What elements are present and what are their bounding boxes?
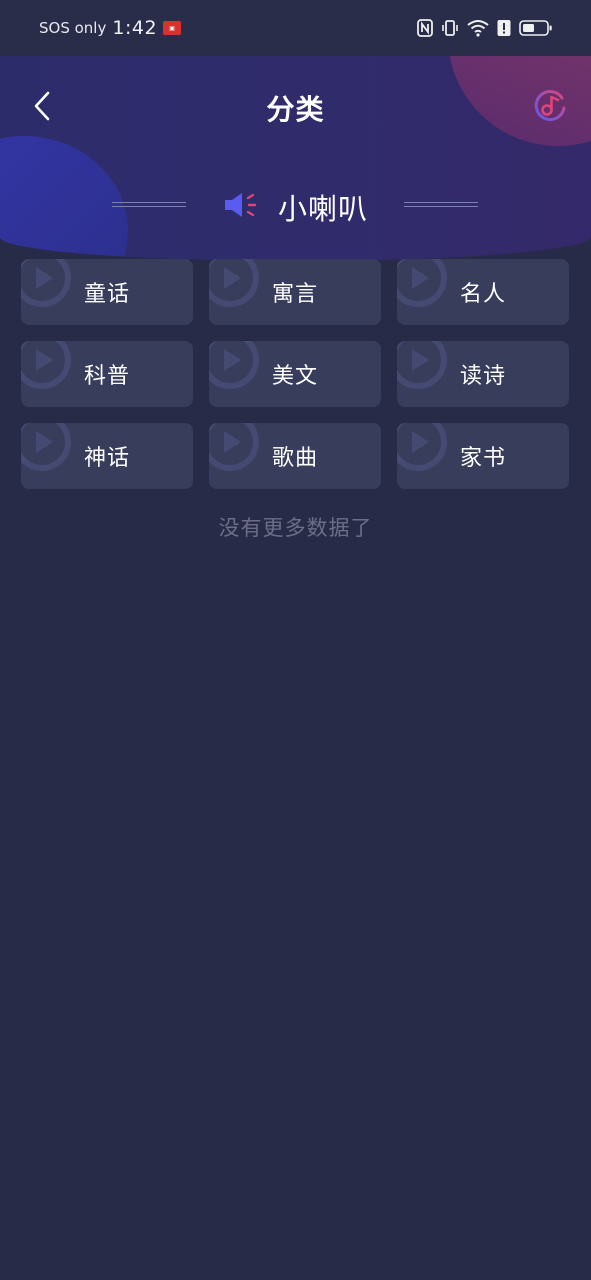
category-card[interactable]: 名人 (397, 259, 569, 325)
category-card[interactable]: 家书 (397, 423, 569, 489)
vibrate-icon (441, 19, 459, 37)
play-watermark-icon (21, 259, 77, 313)
category-card[interactable]: 美文 (209, 341, 381, 407)
play-watermark-icon (397, 341, 453, 395)
play-watermark-icon (209, 423, 265, 477)
no-more-data-text: 没有更多数据了 (218, 516, 373, 540)
play-watermark-icon (21, 423, 77, 477)
category-card[interactable]: 童话 (21, 259, 193, 325)
notification-badge-icon: ▣ (163, 21, 182, 35)
category-label: 美文 (271, 364, 318, 389)
section-title: 小喇叭 (278, 192, 369, 226)
play-watermark-icon (397, 259, 453, 313)
speaker-icon (222, 190, 260, 220)
category-label: 家书 (459, 446, 506, 471)
category-card[interactable]: 寓言 (209, 259, 381, 325)
play-watermark-icon (21, 341, 77, 395)
music-button[interactable] (530, 88, 570, 128)
status-bar: SOS only 1:42 ▣ (0, 0, 591, 56)
category-card[interactable]: 神话 (21, 423, 193, 489)
screen: SOS only 1:42 ▣ 分类 小喇叭 童话 寓言 名人 科普 美文 读诗… (0, 0, 591, 1280)
category-card[interactable]: 科普 (21, 341, 193, 407)
category-label: 寓言 (271, 282, 318, 307)
category-grid: 童话 寓言 名人科普 美文 读诗神话 歌曲 家书 (21, 259, 570, 489)
decorative-lines-right (404, 202, 478, 208)
section-heading: 小喇叭 (0, 180, 591, 232)
category-card[interactable]: 读诗 (397, 341, 569, 407)
clock: 1:42 (112, 17, 158, 39)
alert-icon (497, 19, 511, 37)
category-label: 名人 (459, 282, 506, 307)
decorative-lines-left (112, 202, 186, 208)
wifi-icon (467, 19, 489, 37)
category-label: 神话 (83, 446, 130, 471)
nfc-icon (417, 19, 433, 37)
music-note-icon (532, 88, 568, 128)
play-watermark-icon (209, 341, 265, 395)
status-left: SOS only 1:42 ▣ (39, 17, 182, 39)
play-watermark-icon (397, 423, 453, 477)
carrier-text: SOS only (39, 19, 107, 37)
category-label: 科普 (83, 364, 130, 389)
category-label: 读诗 (459, 364, 506, 389)
play-watermark-icon (209, 259, 265, 313)
category-label: 歌曲 (271, 446, 318, 471)
top-nav: 分类 (0, 76, 591, 140)
battery-icon (519, 19, 553, 37)
category-card[interactable]: 歌曲 (209, 423, 381, 489)
status-right (417, 19, 553, 37)
page-title: 分类 (266, 93, 325, 126)
category-label: 童话 (83, 282, 130, 307)
